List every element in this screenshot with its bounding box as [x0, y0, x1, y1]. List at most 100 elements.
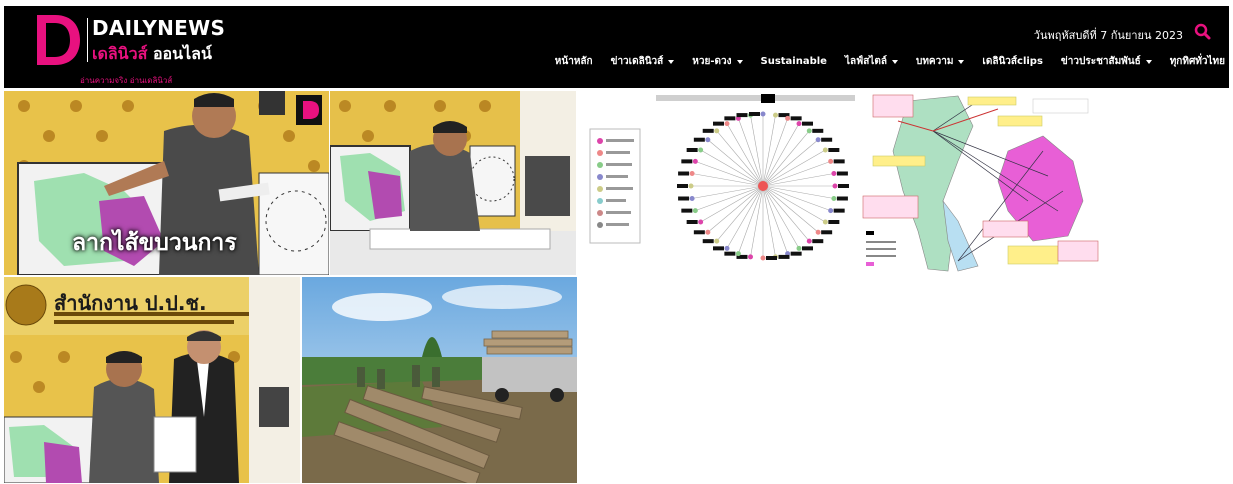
dailynews-logo-icon[interactable] [33, 13, 83, 67]
nav-item-label: ทุกทิศทั่วไทย [1169, 56, 1225, 67]
redacted-label [713, 121, 724, 126]
network-node [688, 183, 694, 189]
photo-officer-signing[interactable] [330, 91, 576, 275]
redacted-label [678, 171, 690, 176]
redacted-label [833, 208, 845, 213]
nav-item-label: บทความ [915, 56, 954, 67]
network-node [735, 251, 741, 257]
redacted-label [790, 251, 802, 256]
nav-item[interactable]: ข่าวเดลินิวส์ [611, 54, 675, 69]
nav-item[interactable]: บทความ [915, 54, 965, 69]
redacted-label [836, 196, 848, 201]
redacted-label [802, 246, 813, 251]
chevron-down-icon[interactable] [736, 59, 743, 64]
nav-item[interactable]: ข่าวประชาสัมพันธ์ [1061, 54, 1152, 69]
network-node [796, 121, 802, 127]
search-icon[interactable] [1193, 22, 1213, 42]
nav-item-label: หน้าหลัก [554, 56, 593, 67]
redacted-label [724, 116, 736, 121]
nav-item[interactable]: หวย-ดวง [692, 54, 743, 69]
network-node [760, 111, 766, 117]
network-node [796, 245, 802, 251]
network-node [714, 128, 720, 134]
redacted-label [766, 256, 777, 260]
brand-subtitle: เดลินิวส์ ออนไลน์ [92, 42, 212, 67]
network-node [815, 137, 821, 143]
redacted-label [749, 112, 760, 116]
nav-item[interactable]: หน้าหลัก [555, 54, 593, 69]
nav-item[interactable]: ทุกทิศทั่วไทย [1170, 54, 1225, 69]
chevron-down-icon[interactable] [958, 59, 965, 64]
photo-officer-map-presentation[interactable]: ลากไส้ขบวนการ [4, 91, 329, 275]
nav-item-label: ไลฟ์สไตล์ [844, 56, 887, 67]
nav-item[interactable]: ไลฟ์สไตล์ [845, 54, 898, 69]
chevron-down-icon[interactable] [1145, 59, 1152, 64]
redacted-label [693, 137, 705, 142]
redacted-label [686, 220, 698, 224]
redacted-label [678, 196, 690, 201]
redacted-label [828, 148, 840, 152]
network-node [760, 255, 766, 261]
network-node [828, 158, 834, 164]
network-node [724, 121, 730, 127]
redacted-label [790, 116, 802, 121]
chevron-down-icon[interactable] [891, 59, 898, 64]
redacted-label [702, 128, 714, 133]
redacted-label [681, 208, 693, 213]
network-node [692, 208, 698, 214]
photo-network-diagram[interactable] [578, 91, 855, 275]
redacted-label [686, 148, 698, 152]
redacted-label [821, 137, 833, 142]
network-node [773, 112, 779, 118]
network-node [705, 137, 711, 143]
redacted-label [681, 159, 693, 164]
chevron-down-icon[interactable] [668, 59, 675, 64]
redacted-label [828, 220, 840, 224]
main-nav: หน้าหลัก ข่าวเดลินิวส์ หวย-ดวง Sustainable ไ… [555, 54, 1225, 69]
network-node [724, 245, 730, 251]
network-node [705, 229, 711, 235]
redacted-label [778, 254, 790, 259]
network-node [822, 219, 828, 225]
redacted-label [821, 230, 833, 235]
brand-sub-pink: เดลินิวส์ [92, 44, 148, 63]
network-node [822, 147, 828, 153]
network-node [747, 254, 753, 260]
overlay-title: ลากไส้ขบวนการ [72, 230, 237, 256]
redacted-label [736, 113, 748, 118]
network-node [831, 196, 837, 202]
photo-seized-timber[interactable] [302, 277, 577, 483]
nav-item-label: เดลินิวส์clips [982, 56, 1043, 67]
nav-item-label: ข่าวเดลินิวส์ [610, 56, 664, 67]
redacted-label [833, 159, 845, 164]
nav-item[interactable]: เดลินิวส์clips [982, 54, 1043, 69]
network-node [806, 128, 812, 134]
brand-name[interactable]: DAILYNEWS [92, 16, 225, 40]
network-node [689, 196, 695, 202]
nav-item-label: ข่าวประชาสัมพันธ์ [1060, 56, 1141, 67]
photo-officials-document[interactable]: สำนักงาน ป.ป.ช. [4, 277, 300, 483]
network-node [698, 147, 704, 153]
network-node [815, 229, 821, 235]
redacted-label [812, 239, 824, 244]
network-node [785, 115, 791, 121]
photo-route-map[interactable] [858, 91, 1100, 275]
nav-item-label: หวย-ดวง [692, 56, 732, 67]
brand-tagline: อ่านความจริง อ่านเดลินิวส์ [80, 76, 173, 85]
redacted-label [713, 246, 724, 251]
redacted-label [724, 251, 736, 256]
network-node [832, 183, 838, 189]
logo-divider [87, 18, 88, 62]
current-date: วันพฤหัสบดีที่ 7 กันยายน 2023 [1033, 29, 1183, 42]
network-node [806, 238, 812, 244]
redacted-label [693, 230, 705, 235]
network-node [714, 238, 720, 244]
network-node [689, 170, 695, 176]
nav-item[interactable]: Sustainable [761, 56, 827, 67]
redacted-label [836, 171, 848, 176]
redacted-label [677, 184, 688, 188]
redacted-label [812, 128, 824, 133]
network-node [692, 158, 698, 164]
network-node [698, 219, 704, 225]
site-header: DAILYNEWS เดลินิวส์ ออนไลน์ อ่านความจริง… [4, 6, 1229, 88]
